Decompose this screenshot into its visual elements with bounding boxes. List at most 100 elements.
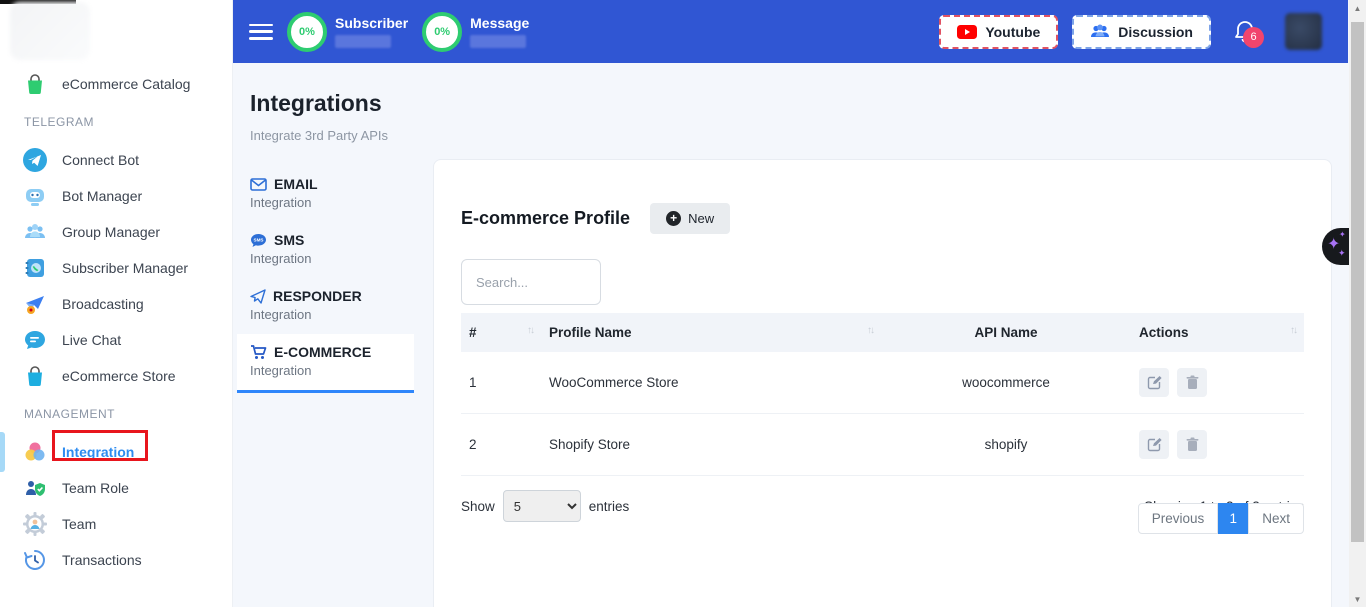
sidebar-item-label: Team — [62, 516, 96, 532]
subnav-item-subtitle: Integration — [250, 363, 414, 378]
notification-bell[interactable]: 6 — [1233, 19, 1257, 45]
sidebar-item-label: eCommerce Store — [62, 368, 176, 384]
scroll-down-arrow-icon[interactable]: ▼ — [1349, 591, 1366, 607]
page-title: Integrations — [250, 90, 382, 117]
paper-plane-icon — [250, 289, 266, 304]
app-logo[interactable] — [10, 2, 90, 60]
sidebar-item-transactions[interactable]: Transactions — [0, 542, 232, 578]
sidebar: eCommerce Catalog TELEGRAM Connect Bot B… — [0, 0, 233, 607]
subnav-item-ecommerce[interactable]: E-COMMERCE Integration — [237, 334, 414, 393]
subnav-item-title: EMAIL — [274, 176, 318, 192]
active-indicator — [0, 432, 5, 472]
sidebar-item-team-role[interactable]: Team Role — [0, 470, 232, 506]
subnav-item-title: RESPONDER — [273, 288, 362, 304]
integration-subnav: EMAIL Integration SMS SMS Integration RE… — [237, 166, 414, 393]
user-avatar[interactable] — [1285, 13, 1322, 50]
discussion-button[interactable]: Discussion — [1072, 15, 1211, 49]
sidebar-section-telegram: TELEGRAM — [0, 102, 232, 142]
table-row: 2 Shopify Store shopify — [461, 414, 1304, 476]
page-subtitle: Integrate 3rd Party APIs — [250, 128, 388, 143]
subnav-item-email[interactable]: EMAIL Integration — [237, 166, 414, 222]
hamburger-menu-icon[interactable] — [249, 24, 273, 40]
top-header-bar: 0% Subscriber 0% Message Youtube — [233, 0, 1348, 63]
edit-icon — [1147, 375, 1162, 390]
sidebar-item-label: Connect Bot — [62, 152, 139, 168]
sidebar-item-subscriber-manager[interactable]: Subscriber Manager — [0, 250, 232, 286]
store-bag-icon — [22, 363, 48, 389]
group-icon — [22, 219, 48, 245]
sidebar-menu: eCommerce Catalog TELEGRAM Connect Bot B… — [0, 66, 232, 578]
pagination: Previous 1 Next — [1138, 503, 1304, 534]
page-1-button[interactable]: 1 — [1218, 503, 1248, 534]
previous-page-button[interactable]: Previous — [1138, 503, 1219, 534]
team-role-icon — [22, 475, 48, 501]
subnav-item-subtitle: Integration — [250, 251, 414, 266]
sidebar-item-label: Transactions — [62, 552, 142, 568]
users-icon — [1090, 24, 1110, 39]
svg-text:SMS: SMS — [254, 237, 264, 242]
sidebar-item-ecommerce-store[interactable]: eCommerce Store — [0, 358, 232, 394]
column-header-actions[interactable]: Actions↑↓ — [1131, 313, 1304, 352]
team-gear-icon — [22, 511, 48, 537]
column-header-api-name[interactable]: API Name — [881, 313, 1131, 352]
broadcast-icon — [22, 291, 48, 317]
row-number: 2 — [461, 414, 541, 476]
sidebar-item-live-chat[interactable]: Live Chat — [0, 322, 232, 358]
sms-icon: SMS — [250, 233, 267, 248]
edit-button[interactable] — [1139, 368, 1169, 397]
trash-icon — [1186, 437, 1199, 452]
subnav-item-subtitle: Integration — [250, 195, 414, 210]
sort-icon[interactable]: ↑↓ — [527, 325, 533, 336]
vertical-scrollbar[interactable]: ▲ ▼ — [1349, 0, 1366, 607]
column-header-number[interactable]: #↑↓ — [461, 313, 541, 352]
youtube-button[interactable]: Youtube — [939, 15, 1058, 49]
delete-button[interactable] — [1177, 430, 1207, 459]
sidebar-item-bot-manager[interactable]: Bot Manager — [0, 178, 232, 214]
subscriber-count-redacted — [335, 35, 391, 48]
sparkle-icon: ✦ — [1338, 248, 1346, 259]
youtube-icon — [957, 25, 977, 39]
subnav-item-title: SMS — [274, 232, 304, 248]
sidebar-item-group-manager[interactable]: Group Manager — [0, 214, 232, 250]
entries-label: entries — [589, 499, 630, 514]
next-page-button[interactable]: Next — [1248, 503, 1304, 534]
app-screen: eCommerce Catalog TELEGRAM Connect Bot B… — [0, 0, 1366, 607]
panel-title: E-commerce Profile — [461, 208, 630, 229]
sidebar-item-broadcasting[interactable]: Broadcasting — [0, 286, 232, 322]
subnav-item-sms[interactable]: SMS SMS Integration — [237, 222, 414, 278]
sidebar-item-label: Group Manager — [62, 224, 160, 240]
sidebar-item-connect-bot[interactable]: Connect Bot — [0, 142, 232, 178]
table-row: 1 WooCommerce Store woocommerce — [461, 352, 1304, 414]
message-stat: 0% Message — [422, 12, 529, 52]
subscriber-stat-label: Subscriber — [335, 15, 408, 31]
sort-icon[interactable]: ↑↓ — [867, 325, 873, 336]
sidebar-item-ecommerce-catalog[interactable]: eCommerce Catalog — [0, 66, 232, 102]
robot-icon — [22, 183, 48, 209]
table-header-row: #↑↓ Profile Name↑↓ API Name Actions↑↓ — [461, 313, 1304, 352]
api-name-cell: shopify — [881, 414, 1131, 476]
sidebar-item-team[interactable]: Team — [0, 506, 232, 542]
notification-badge: 6 — [1243, 27, 1264, 48]
scrollbar-thumb[interactable] — [1351, 22, 1364, 542]
search-input[interactable] — [461, 259, 601, 305]
message-stat-label: Message — [470, 15, 529, 31]
new-profile-button[interactable]: + New — [650, 203, 730, 234]
transactions-icon — [22, 547, 48, 573]
sidebar-item-label: Integration — [62, 444, 134, 460]
column-header-profile-name[interactable]: Profile Name↑↓ — [541, 313, 881, 352]
shopping-bag-icon — [22, 71, 48, 97]
sort-icon[interactable]: ↑↓ — [1290, 325, 1296, 336]
cart-icon — [250, 345, 267, 360]
trash-icon — [1186, 375, 1199, 390]
scroll-up-arrow-icon[interactable]: ▲ — [1349, 0, 1366, 16]
actions-cell — [1131, 414, 1304, 476]
youtube-button-label: Youtube — [985, 24, 1040, 40]
page-size-select[interactable]: 5 — [503, 490, 581, 522]
subnav-item-responder[interactable]: RESPONDER Integration — [237, 278, 414, 334]
edit-button[interactable] — [1139, 430, 1169, 459]
profiles-table: #↑↓ Profile Name↑↓ API Name Actions↑↓ 1 … — [461, 313, 1304, 476]
sidebar-item-integration[interactable]: Integration — [0, 434, 232, 470]
new-button-label: New — [688, 211, 714, 226]
ecommerce-profile-card: E-commerce Profile + New #↑↓ Profile Nam… — [433, 159, 1332, 607]
delete-button[interactable] — [1177, 368, 1207, 397]
